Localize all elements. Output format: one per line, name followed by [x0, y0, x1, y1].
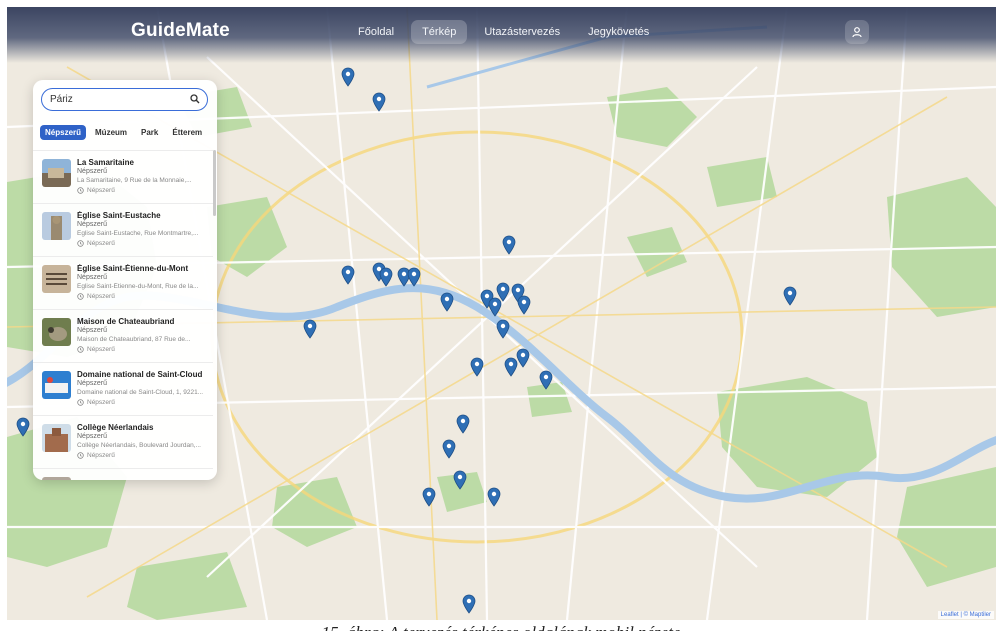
clock-icon	[77, 187, 84, 194]
clock-icon	[77, 346, 84, 353]
map-marker[interactable]	[516, 348, 530, 368]
place-title: Église Saint-Étienne-du-Mont	[77, 264, 189, 273]
map-marker[interactable]	[442, 439, 456, 459]
list-item[interactable]: Domaine national de Saint-Cloud Népszerű…	[33, 362, 213, 415]
place-thumbnail	[42, 318, 71, 346]
leaflet-link[interactable]: Leaflet	[941, 612, 959, 618]
list-item[interactable]: Église Saint-Eustache Népszerű Église Sa…	[33, 203, 213, 256]
place-title: Domaine national de Saint-Cloud	[77, 370, 203, 379]
place-address: Église Saint-Étienne-du-Mont, Rue de la.…	[77, 283, 199, 290]
map-marker[interactable]	[783, 286, 797, 306]
map-marker[interactable]	[440, 292, 454, 312]
place-thumbnail	[42, 265, 71, 293]
place-address: Collège Néerlandais, Boulevard Jourdan,.…	[77, 442, 201, 449]
nav-link-home[interactable]: Főoldal	[347, 20, 405, 44]
place-address: Domaine national de Saint-Cloud, 1, 9221…	[77, 389, 204, 396]
clock-icon	[77, 240, 84, 247]
place-category: Népszerű	[77, 380, 107, 387]
place-category: Népszerű	[77, 327, 107, 334]
maptiler-link[interactable]: Maptiler	[970, 612, 991, 618]
place-tag: Népszerű	[77, 187, 115, 194]
place-tag: Népszerű	[77, 452, 115, 459]
top-navigation-bar: GuideMate Főoldal Térkép Utazástervezés …	[7, 7, 996, 63]
place-category: Népszerű	[77, 433, 107, 440]
map-marker[interactable]	[487, 487, 501, 507]
tab-park[interactable]: Park	[136, 125, 163, 140]
list-item[interactable]: Collège Néerlandais Népszerű Collège Née…	[33, 415, 213, 468]
list-item[interactable]: La Samaritaine Népszerű La Samaritaine, …	[33, 150, 213, 203]
map-marker[interactable]	[462, 594, 476, 614]
place-thumbnail	[42, 424, 71, 452]
map-marker[interactable]	[422, 487, 436, 507]
map-marker[interactable]	[496, 319, 510, 339]
clock-icon	[77, 293, 84, 300]
place-tag: Népszerű	[77, 293, 115, 300]
search-input[interactable]	[50, 92, 180, 107]
user-icon	[852, 27, 862, 38]
map-marker[interactable]	[488, 297, 502, 317]
place-category: Népszerű	[77, 274, 107, 281]
list-item[interactable]	[33, 468, 213, 480]
place-address: Maison de Chateaubriand, 87 Rue de...	[77, 336, 191, 343]
map-marker[interactable]	[470, 357, 484, 377]
places-sidebar: Népszerű Múzeum Park Étterem La Samarita…	[33, 80, 217, 480]
place-tag: Népszerű	[77, 399, 115, 406]
app-logo[interactable]: GuideMate	[131, 20, 230, 42]
map-marker[interactable]	[341, 265, 355, 285]
place-thumbnail	[42, 477, 71, 480]
place-title: Église Saint-Eustache	[77, 211, 161, 220]
place-title: La Samaritaine	[77, 158, 134, 167]
map-marker[interactable]	[456, 414, 470, 434]
place-address: La Samaritaine, 9 Rue de la Monnaie,...	[77, 177, 192, 184]
list-item[interactable]: Maison de Chateaubriand Népszerű Maison …	[33, 309, 213, 362]
clock-icon	[77, 452, 84, 459]
place-tag: Népszerű	[77, 346, 115, 353]
tab-museum[interactable]: Múzeum	[90, 125, 132, 140]
place-thumbnail	[42, 159, 71, 187]
map-marker[interactable]	[16, 417, 30, 437]
figure-caption: 15. ábra: A tervezés térképes oldalának …	[0, 623, 1002, 631]
nav-link-ticket-tracking[interactable]: Jegykövetés	[577, 20, 660, 44]
map-marker[interactable]	[372, 92, 386, 112]
place-category: Népszerű	[77, 168, 107, 175]
place-tag: Népszerű	[77, 240, 115, 247]
place-thumbnail	[42, 371, 71, 399]
tab-restaurant[interactable]: Étterem	[167, 125, 207, 140]
map-marker[interactable]	[453, 470, 467, 490]
map-marker[interactable]	[303, 319, 317, 339]
place-thumbnail	[42, 212, 71, 240]
nav-link-trip-planning[interactable]: Utazástervezés	[473, 20, 571, 44]
map-marker[interactable]	[502, 235, 516, 255]
map-marker[interactable]	[517, 295, 531, 315]
map-marker[interactable]	[539, 370, 553, 390]
map-attribution: Leaflet | © Maptiler	[937, 611, 994, 619]
map-view[interactable]: GuideMate Főoldal Térkép Utazástervezés …	[7, 7, 996, 620]
list-scrollbar[interactable]	[213, 150, 216, 216]
map-marker[interactable]	[407, 267, 421, 287]
category-tabs: Népszerű Múzeum Park Étterem	[40, 125, 207, 140]
place-category: Népszerű	[77, 221, 107, 228]
main-nav: Főoldal Térkép Utazástervezés Jegyköveté…	[347, 20, 660, 44]
search-box	[41, 88, 208, 111]
place-address: Église Saint-Eustache, Rue Montmartre,..…	[77, 230, 199, 237]
place-list: La Samaritaine Népszerű La Samaritaine, …	[33, 150, 213, 480]
clock-icon	[77, 399, 84, 406]
tab-popular[interactable]: Népszerű	[40, 125, 87, 140]
search-icon[interactable]	[190, 94, 200, 104]
user-button[interactable]	[845, 20, 869, 44]
nav-link-map[interactable]: Térkép	[411, 20, 468, 44]
place-title: Collège Néerlandais	[77, 423, 154, 432]
list-item[interactable]: Église Saint-Étienne-du-Mont Népszerű Ég…	[33, 256, 213, 309]
place-title: Maison de Chateaubriand	[77, 317, 175, 326]
map-marker[interactable]	[341, 67, 355, 87]
map-marker[interactable]	[379, 267, 393, 287]
